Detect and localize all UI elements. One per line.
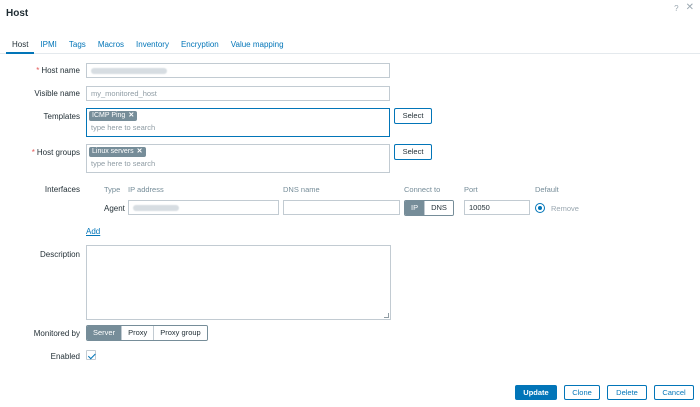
remove-chip-icon[interactable]: ✕ [128, 112, 134, 119]
visible-name-input[interactable]: my_monitored_host [86, 86, 390, 101]
clone-button[interactable]: Clone [564, 385, 600, 400]
host-groups-search-input[interactable]: type here to search [91, 159, 155, 168]
help-icon[interactable]: ? [674, 4, 678, 13]
connect-dns-option[interactable]: DNS [424, 201, 453, 215]
interface-dns-input[interactable] [283, 200, 400, 215]
description-textarea[interactable] [86, 245, 391, 320]
interfaces-type-header: Type [104, 185, 121, 194]
connect-ip-option[interactable]: IP [405, 201, 425, 215]
default-interface-radio[interactable] [535, 203, 545, 213]
monitored-by-toggle: Server Proxy Proxy group [86, 325, 208, 341]
tab-ipmi[interactable]: IPMI [34, 38, 62, 54]
required-marker: * [31, 148, 35, 157]
templates-select-button[interactable]: Select [394, 108, 432, 124]
interfaces-dns-header: DNS name [283, 185, 320, 194]
tab-macros[interactable]: Macros [92, 38, 130, 54]
close-icon[interactable]: ✕ [686, 3, 694, 13]
tab-host[interactable]: Host [6, 38, 35, 54]
connect-to-toggle: IP DNS [404, 200, 454, 216]
host-name-value [91, 67, 167, 74]
interface-ip-input[interactable] [128, 200, 279, 215]
host-groups-label: * Host groups [31, 148, 80, 157]
templates-search-input[interactable]: type here to search [91, 123, 155, 132]
monitored-by-proxy-option[interactable]: Proxy [121, 326, 154, 340]
template-chip: ICMP Ping ✕ [89, 111, 138, 121]
interfaces-default-header: Default [535, 185, 559, 194]
tab-inventory[interactable]: Inventory [130, 38, 175, 54]
monitored-by-proxy-group-option[interactable]: Proxy group [153, 326, 207, 340]
host-name-input[interactable] [86, 63, 390, 78]
interfaces-label: Interfaces [44, 185, 80, 194]
host-group-chip: Linux servers ✕ [89, 147, 146, 157]
monitored-by-server-option[interactable]: Server [87, 326, 122, 340]
tab-value-mapping[interactable]: Value mapping [225, 38, 290, 54]
remove-chip-icon[interactable]: ✕ [137, 148, 143, 155]
tab-bar: Host IPMI Tags Macros Inventory Encrypti… [0, 38, 700, 54]
host-groups-multiselect[interactable]: Linux servers ✕ type here to search [86, 144, 390, 173]
interface-ip-value [133, 204, 179, 211]
interfaces-port-header: Port [464, 185, 478, 194]
description-label: Description [39, 250, 80, 259]
header-icons: ? ✕ [674, 3, 694, 13]
host-groups-select-button[interactable]: Select [394, 144, 432, 160]
enabled-checkbox[interactable] [86, 350, 96, 360]
tab-encryption[interactable]: Encryption [175, 38, 225, 54]
resize-grip-icon[interactable] [384, 313, 389, 318]
templates-multiselect[interactable]: ICMP Ping ✕ type here to search [86, 108, 390, 137]
interfaces-ip-header: IP address [128, 185, 164, 194]
tab-tags[interactable]: Tags [63, 38, 92, 54]
monitored-by-label: Monitored by [33, 329, 80, 338]
dialog-title: Host [6, 8, 29, 19]
templates-label: Templates [43, 112, 80, 121]
visible-name-label: Visible name [34, 89, 80, 98]
host-name-label: * Host name [36, 66, 80, 75]
required-marker: * [36, 66, 40, 75]
interface-type: Agent [104, 204, 125, 213]
delete-button[interactable]: Delete [607, 385, 647, 400]
enabled-label: Enabled [50, 352, 80, 361]
cancel-button[interactable]: Cancel [654, 385, 694, 400]
interface-remove-link[interactable]: Remove [551, 204, 579, 213]
update-button[interactable]: Update [515, 385, 557, 400]
interfaces-connect-header: Connect to [404, 185, 441, 194]
add-interface-link[interactable]: Add [86, 227, 100, 236]
interface-port-input[interactable]: 10050 [464, 200, 530, 215]
